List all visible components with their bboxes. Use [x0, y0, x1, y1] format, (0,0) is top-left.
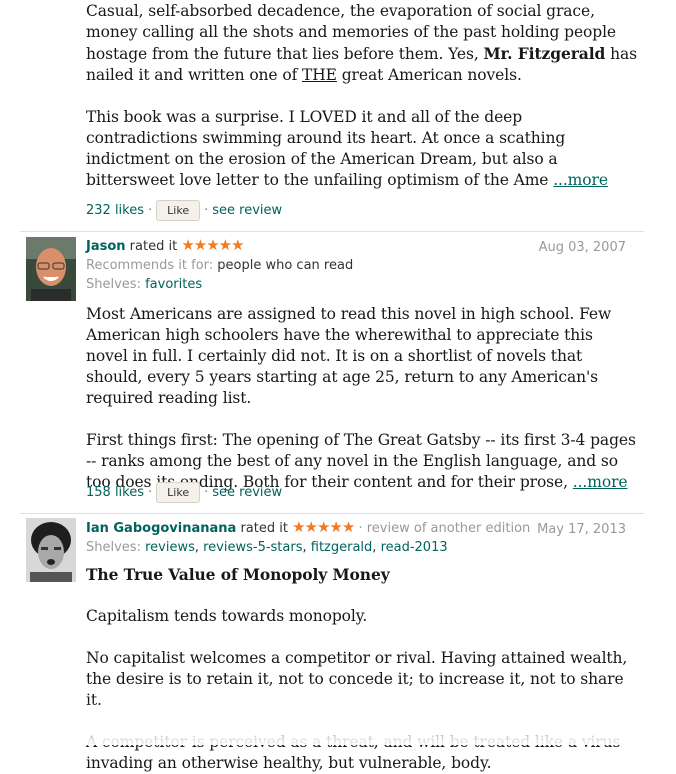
- star-rating: ★★★★★: [181, 236, 244, 254]
- recommends-line: Recommends it for: people who can read: [86, 256, 636, 275]
- reviewer-name[interactable]: Jason: [86, 239, 126, 254]
- like-button[interactable]: Like: [156, 199, 201, 221]
- separator-dot: ·: [148, 484, 153, 500]
- see-review-link[interactable]: see review: [212, 485, 282, 500]
- avatar[interactable]: [26, 518, 76, 582]
- review-text: Casual, self-absorbed decadence, the eva…: [86, 1, 638, 191]
- recommends-label: Recommends it for:: [86, 258, 218, 273]
- rated-label: rated it: [236, 521, 293, 536]
- review-text: Most Americans are assigned to read this…: [86, 304, 638, 493]
- shelves-label: Shelves:: [86, 277, 146, 292]
- emphasis-underline: THE: [302, 66, 337, 84]
- review-title: The True Value of Monopoly Money: [86, 565, 390, 584]
- separator-dot: ·: [204, 202, 209, 218]
- author-name-bold: Mr. Fitzgerald: [483, 44, 606, 63]
- like-button[interactable]: Like: [156, 481, 201, 503]
- text-span: great American novels.: [336, 66, 522, 84]
- review-divider: [20, 231, 644, 232]
- shelf-link[interactable]: reviews: [145, 540, 195, 555]
- likes-count[interactable]: 232 likes: [86, 203, 144, 218]
- recommends-value: people who can read: [217, 258, 354, 273]
- review-actions: 232 likes · Like · see review: [86, 199, 282, 221]
- review-date[interactable]: May 17, 2013: [537, 522, 626, 537]
- avatar[interactable]: [26, 237, 76, 301]
- separator-dot: ·: [148, 202, 153, 218]
- scroll-fade: [0, 700, 676, 745]
- shelf-link[interactable]: reviews-5-stars: [203, 540, 302, 555]
- see-review-link[interactable]: see review: [212, 203, 282, 218]
- review-date[interactable]: Aug 03, 2007: [539, 240, 626, 255]
- edition-note[interactable]: review of another edition: [367, 521, 531, 536]
- rated-label: rated it: [125, 239, 182, 254]
- shelves-label: Shelves:: [86, 540, 146, 555]
- reviewer-name[interactable]: Ian Gabogovinanana: [86, 521, 236, 536]
- likes-count[interactable]: 158 likes: [86, 485, 144, 500]
- shelf-link[interactable]: read-2013: [381, 540, 448, 555]
- review-paragraph: Most Americans are assigned to read this…: [86, 305, 612, 407]
- shelves-line: Shelves: reviews, reviews-5-stars, fitzg…: [86, 540, 448, 555]
- more-link[interactable]: ...more: [573, 473, 628, 491]
- star-rating: ★★★★★: [292, 518, 355, 536]
- more-link[interactable]: ...more: [553, 171, 608, 189]
- avatar-image: [26, 518, 76, 582]
- separator-dot: ·: [354, 521, 367, 536]
- separator-dot: ·: [204, 484, 209, 500]
- review-paragraph: Casual, self-absorbed decadence, the eva…: [86, 1, 638, 86]
- review-paragraph: This book was a surprise. I LOVED it and…: [86, 107, 638, 191]
- shelf-link[interactable]: favorites: [145, 277, 202, 292]
- shelf-link[interactable]: fitzgerald: [311, 540, 373, 555]
- shelves-line: Shelves: favorites: [86, 275, 636, 294]
- text-span: This book was a surprise. I LOVED it and…: [86, 108, 566, 189]
- review-paragraph: Capitalism tends towards monopoly.: [86, 607, 368, 625]
- review-actions: 158 likes · Like · see review: [86, 481, 282, 503]
- avatar-image: [26, 237, 76, 301]
- review-divider: [20, 513, 644, 514]
